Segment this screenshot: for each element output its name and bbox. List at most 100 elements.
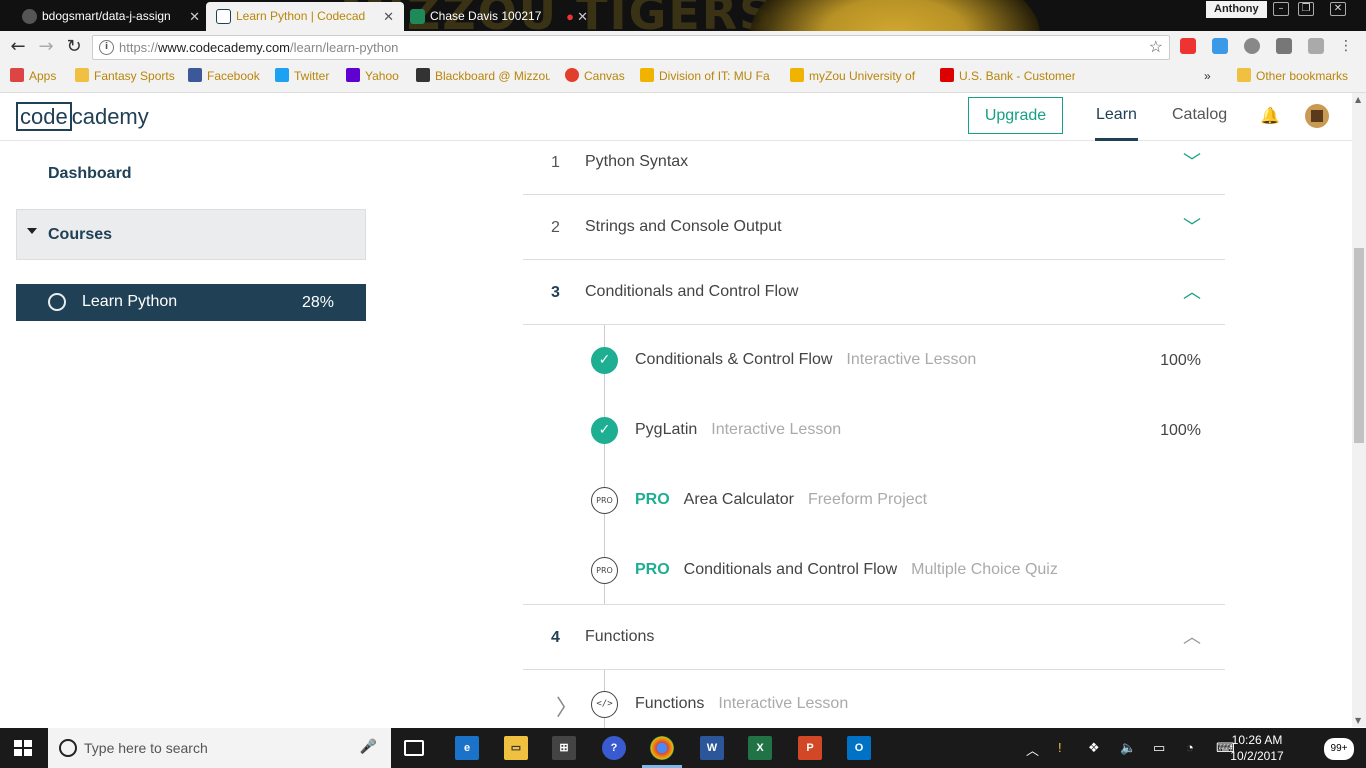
battery-icon[interactable]: ▭: [1153, 740, 1165, 756]
lesson-title: PygLatin: [635, 421, 698, 438]
bookmark-blackboard[interactable]: Blackboard @ Mizzou: [416, 63, 550, 93]
bookmark-other[interactable]: Other bookmarks: [1237, 63, 1348, 93]
close-tab-icon[interactable]: ✕: [189, 2, 200, 31]
unit-row[interactable]: 3 Conditionals and Control Flow ︿: [523, 260, 1225, 325]
tab-chase-davis[interactable]: Chase Davis 100217 ● ✕: [400, 2, 598, 31]
scroll-down-icon[interactable]: ▼: [1355, 716, 1361, 725]
outlook-icon[interactable]: O: [847, 736, 871, 760]
file-explorer-icon[interactable]: ▭: [504, 736, 528, 760]
unit-number: 3: [551, 284, 560, 301]
dropbox-icon[interactable]: ❖: [1088, 740, 1100, 756]
powerpoint-icon[interactable]: P: [798, 736, 822, 760]
cortana-icon: [59, 739, 77, 757]
edge-icon[interactable]: e: [455, 736, 479, 760]
chrome-icon[interactable]: [650, 736, 674, 760]
unit-row[interactable]: 1 Python Syntax ﹀: [523, 130, 1225, 195]
nav-learn[interactable]: Learn: [1096, 106, 1137, 124]
bookmark-usbank[interactable]: U.S. Bank - Customer: [940, 63, 1075, 93]
wifi-icon[interactable]: ◔: [1186, 740, 1194, 755]
browser-toolbar: ← → ↻ i https://www.codecademy.com/learn…: [0, 31, 1366, 63]
taskbar-search-box[interactable]: Type here to search 🎤: [48, 728, 391, 768]
task-view-icon[interactable]: [404, 740, 424, 756]
browser-titlebar: MIZZOU TIGERS bdogsmart/data-j-assign ✕ …: [0, 0, 1366, 31]
chevron-up-icon[interactable]: ︿: [1183, 278, 1201, 304]
close-tab-icon[interactable]: ✕: [577, 2, 588, 31]
bookmark-apps[interactable]: Apps: [10, 63, 56, 93]
bookmark-myzou[interactable]: myZou University of: [790, 63, 925, 93]
notification-bell-icon[interactable]: 🔔: [1260, 106, 1280, 125]
close-tab-icon[interactable]: ✕: [383, 2, 394, 31]
extension-red-icon[interactable]: [1180, 38, 1196, 54]
close-window-icon[interactable]: ✕: [1330, 2, 1346, 16]
lesson-kind: Freeform Project: [807, 491, 928, 508]
extension-cloud-icon[interactable]: [1212, 38, 1228, 54]
info-icon[interactable]: i: [99, 40, 114, 55]
bookmark-canvas[interactable]: Canvas: [565, 63, 625, 93]
pro-label: PRO: [635, 491, 670, 508]
bookmarks-bar: Apps Fantasy Sports Facebook Twitter Yah…: [0, 63, 1366, 93]
google-drive-icon[interactable]: [1276, 38, 1292, 54]
lesson-row[interactable]: PRO PRO Area Calculator Freeform Project: [523, 487, 1225, 557]
chevron-down-icon[interactable]: ﹀: [1183, 213, 1201, 239]
profile-chip[interactable]: Anthony: [1206, 1, 1267, 18]
scroll-up-icon[interactable]: ▲: [1355, 95, 1361, 104]
theme-background-tiger: [750, 0, 1040, 31]
sidebar-dashboard-link[interactable]: Dashboard: [48, 165, 132, 183]
tab-github[interactable]: bdogsmart/data-j-assign ✕: [12, 2, 210, 31]
microphone-icon[interactable]: 🎤: [360, 738, 377, 755]
notification-center-badge[interactable]: 99+: [1324, 738, 1354, 760]
extension-k-icon[interactable]: [1308, 38, 1324, 54]
unit-row[interactable]: 4 Functions ︿: [523, 605, 1225, 670]
unit-row[interactable]: 2 Strings and Console Output ﹀: [523, 195, 1225, 260]
courses-label: Courses: [48, 226, 113, 243]
codecademy-logo[interactable]: code cademy: [16, 102, 149, 131]
chevron-up-icon[interactable]: ︿: [1183, 623, 1201, 649]
reload-icon[interactable]: ↻: [62, 35, 86, 59]
back-icon[interactable]: ←: [6, 35, 30, 59]
upgrade-button[interactable]: Upgrade: [968, 97, 1063, 134]
page-scrollbar[interactable]: ▲ ▼: [1352, 93, 1366, 727]
sidebar-course-learn-python[interactable]: Learn Python 28%: [16, 284, 366, 321]
clock-date: 10/2/2017: [1230, 749, 1284, 763]
help-icon[interactable]: ?: [602, 736, 626, 760]
excel-icon[interactable]: X: [748, 736, 772, 760]
forward-icon[interactable]: →: [34, 35, 58, 59]
tab-codecademy[interactable]: Learn Python | Codecad ✕: [206, 2, 404, 31]
bookmark-star-icon[interactable]: ☆: [1149, 36, 1163, 59]
bookmarks-overflow-icon[interactable]: »: [1204, 63, 1211, 93]
alert-icon[interactable]: !: [1058, 740, 1062, 755]
caret-down-icon: [27, 228, 37, 234]
menu-kebab-icon[interactable]: ⋮: [1338, 38, 1354, 54]
unit-title: Conditionals and Control Flow: [585, 283, 799, 300]
store-icon[interactable]: ⊞: [552, 736, 576, 760]
nav-catalog[interactable]: Catalog: [1172, 106, 1227, 124]
word-icon[interactable]: W: [700, 736, 724, 760]
unit-title: Functions: [585, 628, 655, 645]
taskbar-clock[interactable]: 10:26 AM 10/2/2017: [1222, 732, 1292, 764]
bookmark-twitter[interactable]: Twitter: [275, 63, 329, 93]
chevron-down-icon[interactable]: ﹀: [1183, 148, 1201, 174]
unit-number: 4: [551, 629, 560, 646]
scrollbar-thumb[interactable]: [1354, 248, 1364, 443]
bookmark-yahoo[interactable]: Yahoo: [346, 63, 399, 93]
lesson-kind: Interactive Lesson: [846, 351, 977, 368]
minimize-icon[interactable]: –: [1273, 2, 1289, 16]
extension-info-icon[interactable]: [1244, 38, 1260, 54]
avatar[interactable]: [1305, 104, 1329, 128]
sidebar-courses-toggle[interactable]: Courses: [16, 209, 366, 260]
address-bar[interactable]: i https://www.codecademy.com/learn/learn…: [92, 35, 1170, 60]
lesson-row[interactable]: ✓ PygLatin Interactive Lesson 100%: [523, 417, 1225, 487]
lesson-title: Conditionals and Control Flow: [683, 561, 898, 578]
bookmark-division-it[interactable]: Division of IT: MU Fa: [640, 63, 775, 93]
bookmark-fantasy-sports[interactable]: Fantasy Sports: [75, 63, 175, 93]
windows-start-icon[interactable]: [14, 740, 32, 756]
facebook-icon: [188, 68, 202, 82]
volume-icon[interactable]: 🔈: [1120, 740, 1136, 756]
bookmark-facebook[interactable]: Facebook: [188, 63, 260, 93]
lesson-progress: 100%: [1160, 422, 1201, 439]
tray-expand-icon[interactable]: ︿: [1026, 740, 1039, 759]
lesson-row[interactable]: ✓ Conditionals & Control Flow Interactive…: [523, 347, 1225, 417]
maximize-icon[interactable]: ❐: [1298, 2, 1314, 16]
lesson-title: Area Calculator: [683, 491, 794, 508]
check-icon: ✓: [591, 347, 618, 374]
